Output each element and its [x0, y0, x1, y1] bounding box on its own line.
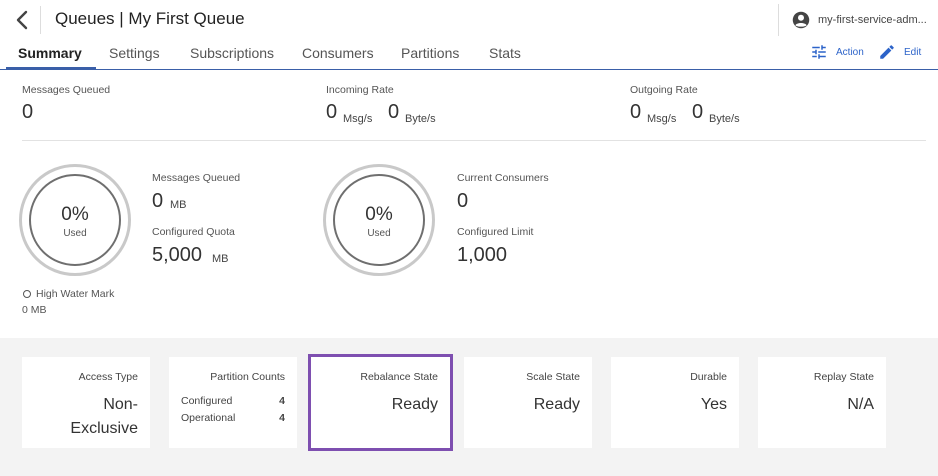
edit-label: Edit: [904, 46, 922, 58]
user-menu[interactable]: my-first-service-adm...: [792, 10, 932, 30]
action-button[interactable]: Action: [810, 43, 864, 61]
durable-card: Durable Yes: [611, 357, 739, 448]
scale-state-value: Ready: [533, 396, 580, 413]
high-water-mark-label: High Water Mark: [36, 288, 115, 300]
scale-state-card: Scale State Ready: [464, 357, 592, 448]
consumers-gauge-caption: Used: [367, 228, 391, 239]
outgoing-msg-value: 0: [630, 101, 642, 123]
storage-gauge-caption: Used: [63, 228, 87, 239]
storage-queued-value: 0: [152, 190, 164, 212]
access-type-card: Access Type Non- Exclusive: [22, 357, 150, 448]
current-consumers-label: Current Consumers: [457, 172, 549, 184]
tab-settings[interactable]: Settings: [109, 45, 160, 61]
access-type-label: Access Type: [78, 371, 138, 383]
consumers-gauge-percent: 0%: [365, 204, 393, 225]
messages-queued-label: Messages Queued: [22, 84, 111, 96]
replay-state-label: Replay State: [813, 371, 874, 383]
chevron-left-icon: [16, 10, 28, 30]
messages-queued-value: 0: [22, 101, 34, 123]
replay-state-value: N/A: [847, 396, 874, 413]
access-type-value-line1: Non-: [103, 396, 138, 413]
incoming-byte-unit: Byte/s: [405, 113, 436, 125]
outgoing-msg-unit: Msg/s: [647, 113, 677, 125]
header-divider: [778, 4, 779, 36]
scale-state-label: Scale State: [526, 371, 580, 383]
configured-limit-label: Configured Limit: [457, 226, 534, 238]
outgoing-rate-label: Outgoing Rate: [630, 84, 698, 96]
edit-button[interactable]: Edit: [878, 43, 921, 61]
storage-queued-label: Messages Queued: [152, 172, 241, 184]
consumers-gauge-inner: 0% Used: [333, 174, 425, 266]
storage-gauge: 0% Used: [19, 164, 131, 276]
storage-gauge-percent: 0%: [61, 204, 89, 225]
partition-counts-label: Partition Counts: [210, 371, 285, 383]
incoming-msg-unit: Msg/s: [343, 113, 373, 125]
partition-operational-label: Operational: [181, 412, 236, 424]
partition-counts-card: Partition Counts Configured 4 Operationa…: [169, 357, 297, 448]
incoming-rate-label: Incoming Rate: [326, 84, 394, 96]
outgoing-byte-value: 0: [692, 101, 704, 123]
tab-bar-border: [0, 69, 938, 70]
partition-configured-row: Configured 4: [181, 395, 285, 407]
section-divider: [22, 140, 926, 141]
partition-configured-value: 4: [279, 395, 285, 407]
replay-state-card: Replay State N/A: [758, 357, 886, 448]
back-button[interactable]: [12, 8, 32, 32]
storage-gauge-inner: 0% Used: [29, 174, 121, 266]
incoming-msg-value: 0: [326, 101, 338, 123]
configured-limit-value: 1,000: [457, 244, 508, 266]
current-consumers-value: 0: [457, 190, 469, 212]
tune-icon: [812, 45, 826, 59]
action-label: Action: [836, 46, 864, 58]
tab-bar: Summary Settings Subscriptions Consumers…: [0, 41, 938, 70]
partition-configured-label: Configured: [181, 395, 233, 407]
account-circle-icon: [792, 11, 810, 29]
quota-unit: MB: [212, 253, 229, 265]
page-title: Queues | My First Queue: [55, 9, 245, 28]
tab-subscriptions[interactable]: Subscriptions: [190, 45, 274, 61]
partition-operational-value: 4: [279, 412, 285, 424]
quota-label: Configured Quota: [152, 226, 235, 238]
tab-consumers[interactable]: Consumers: [302, 45, 374, 61]
access-type-value-line2: Exclusive: [70, 420, 138, 437]
storage-queued-unit: MB: [170, 199, 187, 211]
access-type-value: Non- Exclusive: [70, 393, 138, 441]
incoming-byte-value: 0: [388, 101, 400, 123]
rebalance-state-card: Rebalance State Ready: [308, 354, 453, 451]
durable-label: Durable: [690, 371, 727, 383]
consumers-gauge: 0% Used: [323, 164, 435, 276]
tab-partitions[interactable]: Partitions: [401, 45, 459, 61]
quota-value: 5,000: [152, 244, 203, 266]
rebalance-state-value: Ready: [391, 396, 438, 413]
high-water-mark-value: 0 MB: [22, 304, 47, 316]
outgoing-byte-unit: Byte/s: [709, 113, 740, 125]
header-divider: [40, 6, 41, 34]
rebalance-state-label: Rebalance State: [360, 371, 438, 383]
high-water-mark-dot-icon: [23, 290, 31, 298]
partition-operational-row: Operational 4: [181, 412, 285, 424]
user-name: my-first-service-adm...: [818, 14, 927, 26]
tab-stats[interactable]: Stats: [489, 45, 521, 61]
tab-summary[interactable]: Summary: [18, 45, 82, 61]
properties-panel: Access Type Non- Exclusive Partition Cou…: [0, 338, 938, 476]
durable-value: Yes: [700, 396, 727, 413]
page-header: Queues | My First Queue my-first-service…: [0, 0, 938, 40]
pencil-icon: [880, 45, 894, 59]
